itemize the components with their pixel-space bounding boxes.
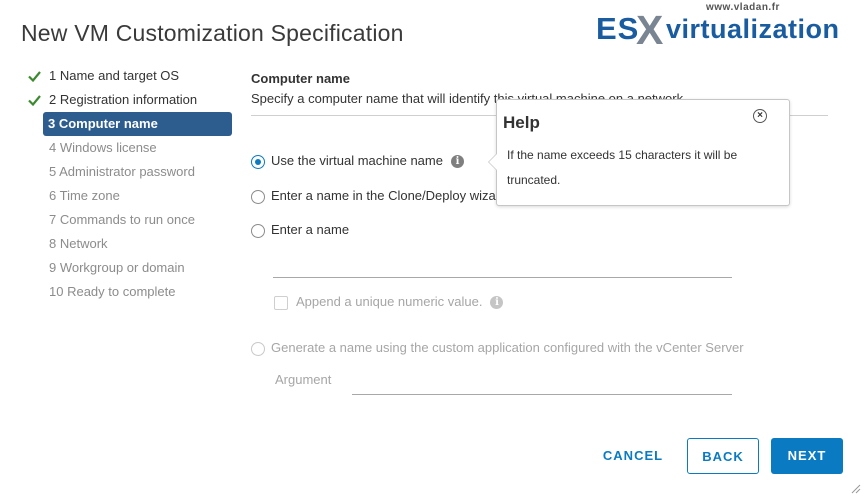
help-body: If the name exceeds 15 characters it wil… bbox=[507, 148, 738, 187]
step-label: 7 Commands to run once bbox=[49, 212, 195, 227]
step-ready-to-complete[interactable]: 10 Ready to complete bbox=[27, 280, 235, 304]
logo-es: ES bbox=[596, 11, 640, 46]
option-use-vm-name[interactable]: Use the virtual machine name i bbox=[251, 151, 464, 171]
option-generate-custom[interactable]: Generate a name using the custom applica… bbox=[251, 338, 744, 358]
logo-x: X bbox=[636, 7, 664, 53]
enter-name-label: Enter a name bbox=[271, 222, 350, 237]
check-icon bbox=[28, 71, 41, 83]
use-vm-name-label: Use the virtual machine name bbox=[271, 153, 443, 168]
wizard-steps: 1 Name and target OS 2 Registration info… bbox=[27, 64, 235, 304]
back-button[interactable]: BACK bbox=[687, 438, 759, 474]
step-commands-to-run-once[interactable]: 7 Commands to run once bbox=[27, 208, 235, 232]
step-label: 2 Registration information bbox=[49, 92, 198, 107]
step-label: 4 Windows license bbox=[49, 140, 157, 155]
esx-virtualization-logo: www.vladan.fr ES X virtualization bbox=[596, 2, 862, 53]
next-button[interactable]: NEXT bbox=[771, 438, 843, 474]
check-icon bbox=[28, 95, 41, 107]
step-windows-license[interactable]: 4 Windows license bbox=[27, 136, 235, 160]
computer-name-input[interactable] bbox=[273, 255, 732, 278]
cancel-button[interactable]: CANCEL bbox=[596, 438, 670, 474]
step-label: 8 Network bbox=[49, 236, 108, 251]
step-administrator-password[interactable]: 5 Administrator password bbox=[27, 160, 235, 184]
info-icon[interactable]: i bbox=[450, 155, 464, 169]
step-label: 6 Time zone bbox=[49, 188, 120, 203]
append-numeric-option[interactable]: Append a unique numeric value. i bbox=[274, 292, 504, 312]
section-title: Computer name bbox=[251, 71, 350, 86]
append-numeric-label: Append a unique numeric value. bbox=[296, 294, 483, 309]
option-enter-in-wizard[interactable]: Enter a name in the Clone/Deploy wizard bbox=[251, 186, 507, 206]
step-name-target-os[interactable]: 1 Name and target OS bbox=[27, 64, 235, 88]
argument-input[interactable] bbox=[352, 372, 732, 395]
step-label: 1 Name and target OS bbox=[49, 68, 180, 83]
close-icon[interactable]: × bbox=[753, 109, 767, 123]
generate-custom-radio[interactable] bbox=[251, 341, 265, 356]
option-enter-name[interactable]: Enter a name bbox=[251, 220, 349, 240]
step-registration-information[interactable]: 2 Registration information bbox=[27, 88, 235, 112]
use-vm-name-radio[interactable] bbox=[251, 154, 265, 169]
dialog-title: New VM Customization Specification bbox=[21, 20, 404, 46]
logo-url: www.vladan.fr bbox=[706, 2, 780, 13]
generate-custom-label: Generate a name using the custom applica… bbox=[271, 340, 744, 355]
info-icon[interactable]: i bbox=[490, 296, 504, 310]
step-label: 3 Computer name bbox=[48, 116, 158, 131]
enter-in-wizard-label: Enter a name in the Clone/Deploy wizard bbox=[271, 188, 508, 203]
step-label: 5 Administrator password bbox=[49, 164, 195, 179]
argument-label: Argument bbox=[275, 372, 332, 387]
help-title: Help bbox=[503, 113, 540, 132]
step-label: 10 Ready to complete bbox=[49, 284, 176, 299]
step-workgroup-or-domain[interactable]: 9 Workgroup or domain bbox=[27, 256, 235, 280]
enter-name-radio[interactable] bbox=[251, 223, 265, 238]
help-popover: Help × If the name exceeds 15 characters… bbox=[488, 99, 790, 206]
step-computer-name[interactable]: 3 Computer name bbox=[43, 112, 232, 136]
step-label: 9 Workgroup or domain bbox=[49, 260, 185, 275]
enter-in-wizard-radio[interactable] bbox=[251, 189, 265, 204]
append-numeric-checkbox[interactable] bbox=[274, 295, 288, 310]
step-network[interactable]: 8 Network bbox=[27, 232, 235, 256]
resize-handle-icon[interactable] bbox=[849, 482, 861, 494]
logo-virtualization: virtualization bbox=[666, 14, 840, 44]
step-time-zone[interactable]: 6 Time zone bbox=[27, 184, 235, 208]
